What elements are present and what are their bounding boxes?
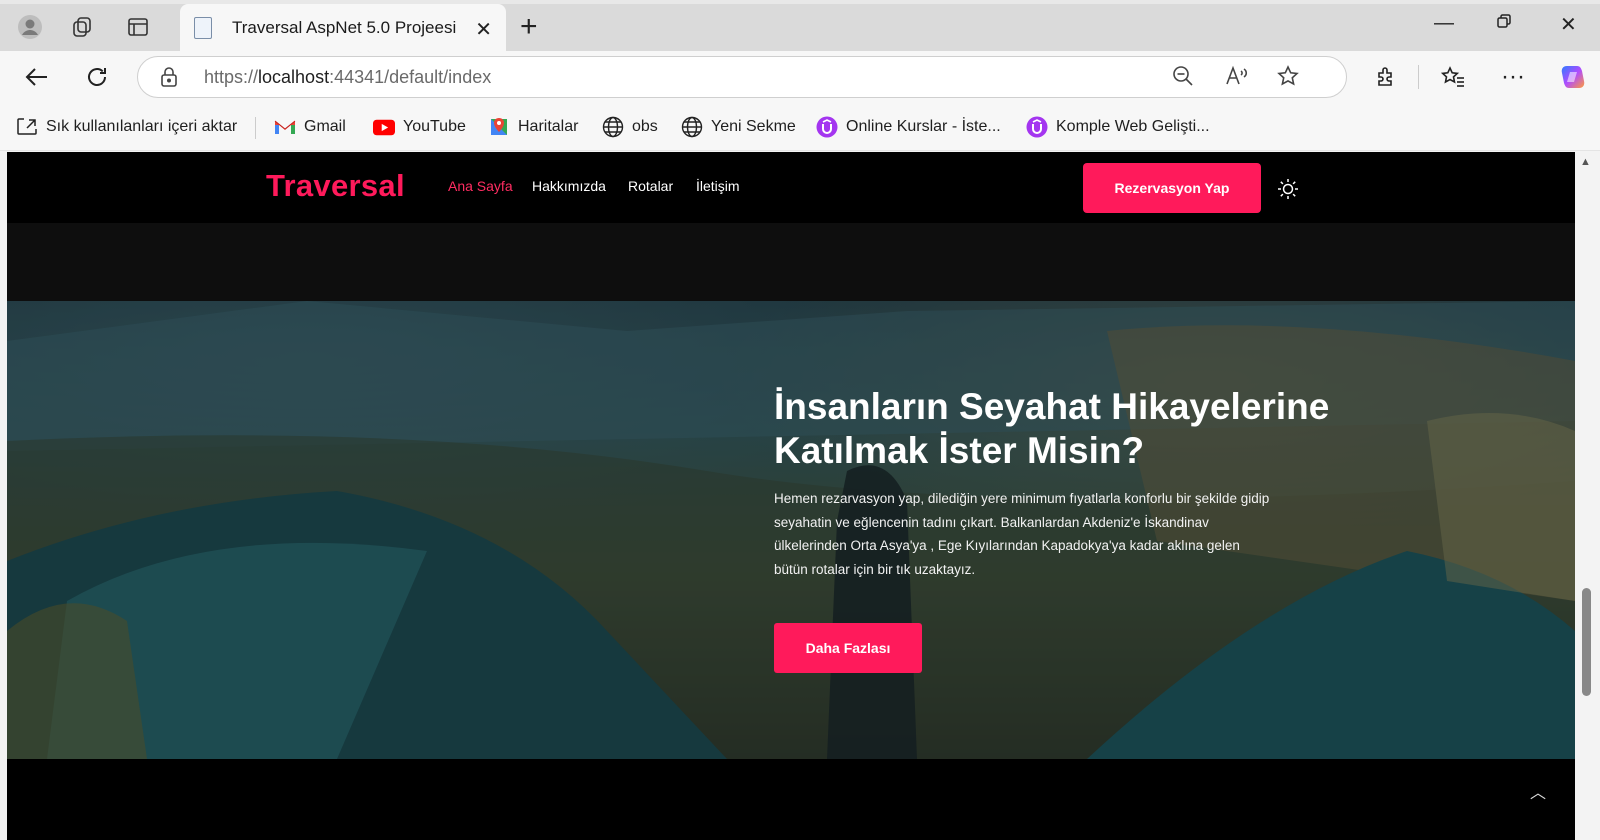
tab-title: Traversal AspNet 5.0 Projeesi	[232, 17, 457, 37]
restore-button[interactable]	[1496, 12, 1512, 35]
udemy-icon	[816, 116, 838, 138]
tab-bar: Traversal AspNet 5.0 Projeesi ✕ + — ✕	[0, 0, 1600, 51]
hero-section: İnsanların Seyahat Hikayelerine Katılmak…	[7, 301, 1575, 759]
reservation-button[interactable]: Rezervasyon Yap	[1083, 163, 1261, 213]
bookmark-import[interactable]: Sık kullanılanları içeri aktar	[16, 115, 237, 139]
hero-text: Hemen rezarvasyon yap, dilediğin yere mi…	[774, 491, 1270, 577]
copilot-icon[interactable]	[1556, 61, 1590, 93]
page-viewport: Traversal Ana Sayfa Hakkımızda Rotalar İ…	[7, 152, 1575, 840]
scroll-to-top-icon[interactable]: ︿	[1530, 779, 1546, 803]
browser-window: Traversal AspNet 5.0 Projeesi ✕ + — ✕ ht…	[0, 0, 1600, 840]
globe-icon	[602, 116, 624, 138]
zoom-out-icon[interactable]	[1172, 65, 1194, 93]
page-bottom-section: ︿	[7, 759, 1575, 840]
favorite-star-icon[interactable]	[1277, 65, 1299, 93]
more-button[interactable]: Daha Fazlası	[774, 623, 922, 673]
bookmark-web-dev[interactable]: Komple Web Gelişti...	[1026, 115, 1210, 139]
close-window-button[interactable]: ✕	[1560, 12, 1577, 37]
vertical-tabs-icon[interactable]	[122, 12, 154, 42]
favorites-icon[interactable]	[1436, 61, 1470, 93]
globe-icon	[681, 116, 703, 138]
bookmark-new-tab[interactable]: Yeni Sekme	[681, 115, 796, 139]
bookmark-maps[interactable]: Haritalar	[488, 115, 578, 139]
new-tab-button[interactable]: +	[520, 10, 538, 44]
bookmark-obs[interactable]: obs	[602, 115, 658, 139]
page-icon	[194, 16, 212, 39]
refresh-button[interactable]	[80, 61, 114, 93]
udemy-icon	[1026, 116, 1048, 138]
page-scrollbar[interactable]	[1578, 152, 1600, 840]
nav-routes[interactable]: Rotalar	[628, 178, 673, 194]
extensions-icon[interactable]	[1369, 61, 1403, 93]
lock-icon[interactable]	[160, 66, 178, 88]
workspaces-icon[interactable]	[67, 12, 99, 42]
maps-icon	[488, 116, 510, 138]
nav-contact[interactable]: İletişim	[696, 178, 740, 194]
site-navbar: Traversal Ana Sayfa Hakkımızda Rotalar İ…	[7, 152, 1575, 223]
bookmark-online-courses[interactable]: Online Kurslar - İste...	[816, 115, 1001, 139]
bookmark-youtube[interactable]: YouTube	[373, 115, 466, 139]
gmail-icon	[274, 116, 296, 138]
scrollbar-thumb[interactable]	[1582, 588, 1591, 696]
profile-icon[interactable]	[14, 12, 46, 42]
navigation-bar: https://localhost:44341/default/index ··…	[0, 51, 1600, 103]
theme-toggle-sun-icon[interactable]	[1277, 178, 1299, 200]
nav-home[interactable]: Ana Sayfa	[448, 178, 513, 194]
close-tab-icon[interactable]: ✕	[475, 17, 492, 42]
url-text: https://localhost:44341/default/index	[204, 67, 492, 87]
youtube-icon	[373, 116, 395, 138]
import-icon	[16, 116, 38, 138]
active-tab[interactable]: Traversal AspNet 5.0 Projeesi ✕	[180, 4, 506, 51]
back-button[interactable]	[20, 61, 54, 93]
minimize-button[interactable]: —	[1434, 12, 1454, 35]
bookmarks-bar: Sık kullanılanları içeri aktar Gmail You…	[0, 103, 1600, 151]
site-logo[interactable]: Traversal	[266, 168, 405, 204]
address-bar[interactable]: https://localhost:44341/default/index	[137, 56, 1347, 98]
read-aloud-icon[interactable]	[1225, 65, 1249, 93]
bookmark-gmail[interactable]: Gmail	[274, 115, 346, 139]
hero-title: İnsanların Seyahat Hikayelerine Katılmak…	[774, 386, 1330, 471]
scroll-up-arrow-icon[interactable]: ▲	[1580, 156, 1591, 168]
nav-about[interactable]: Hakkımızda	[532, 178, 606, 194]
more-menu-icon[interactable]: ···	[1496, 61, 1530, 93]
